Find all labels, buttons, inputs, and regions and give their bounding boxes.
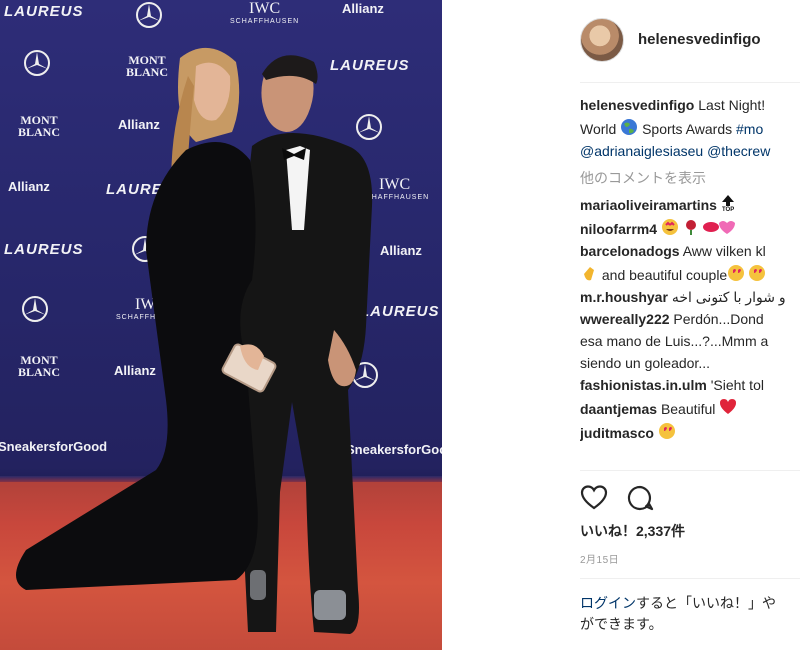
comment-username[interactable]: daantjemas [580, 401, 657, 417]
post-date: 2月15日 [580, 555, 620, 566]
caption: helenesvedinfigo Last Night! [580, 96, 800, 115]
comment-username[interactable]: juditmasco [580, 425, 654, 441]
actions-divider [580, 470, 800, 471]
caption-line-3: @adrianaiglesiaseu @thecrew [580, 142, 800, 161]
caption-username[interactable]: helenesvedinfigo [580, 97, 694, 113]
comment: mariaoliveiramartins TOP [580, 194, 800, 215]
comment-text: Perdón...Dond [673, 311, 764, 327]
comment: niloofarrm4 [580, 218, 800, 239]
comment: fashionistas.in.ulm 'Sieht tol [580, 376, 800, 395]
comment-username[interactable]: fashionistas.in.ulm [580, 377, 707, 393]
comment-line: siendo un goleador... [580, 354, 800, 373]
red-heart-emoji-icon [720, 399, 737, 414]
header-username[interactable]: helenesvedinfigo [638, 31, 761, 48]
login-divider [580, 578, 800, 579]
post-sidebar: helenesvedinfigo helenesvedinfigo Last N… [560, 0, 800, 650]
comment-line: and beautiful couple [580, 264, 800, 285]
comment-text: 'Sieht tol [710, 377, 764, 393]
comment: juditmasco [580, 422, 800, 443]
comment-username[interactable]: wwereally222 [580, 311, 670, 327]
post-actions [580, 484, 700, 512]
comment-text: Aww vilken kl [682, 243, 766, 259]
clap-emoji-icon [584, 267, 594, 281]
comment-text: and beautiful couple [598, 267, 728, 283]
comment-username[interactable]: niloofarrm4 [580, 221, 657, 237]
comment: daantjemas Beautiful [580, 398, 800, 419]
top-arrow-emoji-icon: TOP [721, 195, 734, 212]
login-link[interactable]: ログイン [580, 595, 636, 611]
comment-text: Beautiful [660, 401, 720, 417]
globe-emoji-icon [621, 119, 638, 135]
heart-eyes-emoji-icon [728, 265, 766, 281]
caption-mention[interactable]: @adrianaiglesiaseu [580, 143, 703, 159]
caption-hashtag[interactable]: #mo [736, 121, 763, 137]
caption-text: Sports Awards [638, 121, 736, 137]
like-count[interactable]: いいね！2,337件 [580, 521, 685, 541]
comment: m.r.houshyar و شوار با کتونی اخه [580, 288, 800, 307]
comment-text: esa mano de Luis...?...Mmm a [580, 333, 769, 349]
login-prompt: ログインすると「いいね！」や ができます。 [580, 593, 800, 635]
login-prompt-text: ができます。 [580, 616, 663, 632]
avatar[interactable] [580, 18, 624, 62]
caption-line-2: World Sports Awards #mo [580, 118, 800, 139]
comment-text: siendo un goleador... [580, 355, 710, 371]
svg-text:TOP: TOP [722, 207, 734, 212]
comment-username[interactable]: mariaoliveiramartins [580, 197, 717, 213]
comment-username[interactable]: barcelonadogs [580, 243, 680, 259]
login-prompt-text: すると「いいね！」や [636, 595, 776, 611]
comment-icon[interactable] [626, 484, 654, 512]
caption-text: World [580, 121, 621, 137]
heart-eyes-emoji-icon [658, 423, 675, 439]
couple-figures [16, 47, 373, 634]
view-more-comments-link[interactable]: 他のコメントを表示 [580, 169, 800, 188]
post-photo[interactable]: LAUREUS IWC SCHAFFHAUSEN Allianz MONT BLAN… [0, 0, 442, 650]
comment: barcelonadogs Aww vilken kl [580, 242, 800, 261]
header-divider [580, 82, 800, 83]
comment-text: و شوار با کتونی اخه [671, 289, 786, 305]
comments-list: helenesvedinfigo Last Night! World Sport… [580, 96, 800, 470]
comment-line: esa mano de Luis...?...Mmm a [580, 332, 800, 351]
comment: wwereally222 Perdón...Dond [580, 310, 800, 329]
caption-mention[interactable]: @thecrew [707, 143, 770, 159]
heart-icon[interactable] [580, 484, 608, 512]
caption-text: Last Night! [694, 97, 766, 113]
emoji-reaction-icons [661, 219, 735, 235]
post-header: helenesvedinfigo [580, 18, 800, 66]
comment-username[interactable]: m.r.houshyar [580, 289, 668, 305]
woman-figure [16, 47, 277, 590]
